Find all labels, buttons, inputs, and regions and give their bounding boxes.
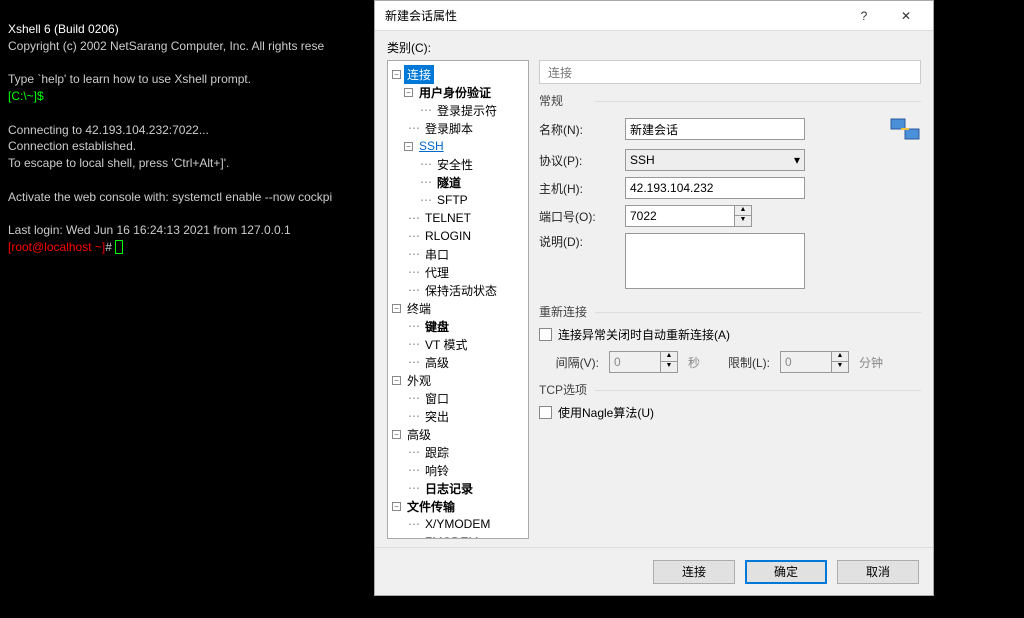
tree-connection[interactable]: 连接 [404,65,434,84]
port-stepper[interactable]: ▲▼ [625,205,752,227]
tree-keyboard[interactable]: 键盘 [422,317,452,336]
terminal-activate: Activate the web console with: systemctl… [8,190,332,204]
terminal-cursor[interactable] [115,240,123,254]
tree-login-script[interactable]: 登录脚本 [422,119,476,138]
tree-sftp[interactable]: SFTP [434,192,471,208]
tree-advanced[interactable]: 高级 [404,425,434,444]
terminal-lastlogin: Last login: Wed Jun 16 16:24:13 2021 fro… [8,223,291,237]
tree-bell[interactable]: 响铃 [422,461,452,480]
nagle-label: 使用Nagle算法(U) [558,404,654,421]
collapse-icon[interactable]: − [404,88,413,97]
auto-reconnect-label: 连接异常关闭时自动重新连接(A) [558,326,730,343]
terminal-copyright: Copyright (c) 2002 NetSarang Computer, I… [8,39,324,53]
port-label: 端口号(O): [539,208,617,225]
tree-filetransfer[interactable]: 文件传输 [404,497,458,516]
group-tcp: TCP选项 [539,381,921,398]
auto-reconnect-checkbox[interactable] [539,328,552,341]
tree-rlogin[interactable]: RLOGIN [422,228,474,244]
tree-keepalive[interactable]: 保持活动状态 [422,281,500,300]
spin-down-icon[interactable]: ▼ [735,216,751,226]
protocol-select[interactable]: SSH▾ [625,149,805,171]
tree-xymodem[interactable]: X/YMODEM [422,516,493,532]
collapse-icon[interactable]: − [392,304,401,313]
spin-down-icon: ▼ [832,362,848,372]
connect-button[interactable]: 连接 [653,560,735,584]
spin-up-icon: ▲ [661,352,677,362]
tree-serial[interactable]: 串口 [422,245,452,264]
limit-stepper: ▲▼ [780,351,849,373]
collapse-icon[interactable]: − [392,376,401,385]
tree-security[interactable]: 安全性 [434,155,476,174]
name-input[interactable] [625,118,805,140]
limit-label: 限制(L): [710,354,770,371]
tree-ssh[interactable]: SSH [416,138,447,154]
tree-terminal[interactable]: 终端 [404,299,434,318]
pane-heading: 连接 [539,60,921,84]
terminal-title: Xshell 6 (Build 0206) [8,22,119,36]
terminal-escape: To escape to local shell, press 'Ctrl+Al… [8,156,229,170]
description-textarea[interactable] [625,233,805,289]
spin-up-icon[interactable]: ▲ [735,206,751,216]
terminal-prompt-user: [root@localhost ~] [8,240,105,254]
settings-pane: 连接 常规 名称(N): 协议(P): SSH▾ 主机(H): [539,60,921,539]
connection-icon [889,115,921,143]
terminal-help: Type `help' to learn how to use Xshell p… [8,72,251,86]
ok-button[interactable]: 确定 [745,560,827,584]
minutes-label: 分钟 [859,354,883,371]
chevron-down-icon: ▾ [794,153,800,167]
protocol-label: 协议(P): [539,152,617,169]
nagle-checkbox[interactable] [539,406,552,419]
spin-up-icon: ▲ [832,352,848,362]
cancel-button[interactable]: 取消 [837,560,919,584]
port-input[interactable] [625,205,735,227]
limit-input [780,351,832,373]
tree-proxy[interactable]: 代理 [422,263,452,282]
host-label: 主机(H): [539,180,617,197]
tree-tunnel[interactable]: 隧道 [434,173,464,192]
tree-terminal-adv[interactable]: 高级 [422,353,452,372]
tree-telnet[interactable]: TELNET [422,210,474,226]
tree-vt[interactable]: VT 模式 [422,335,470,354]
session-properties-dialog: 新建会话属性 ? ✕ 类别(C): −连接 −用户身份验证 ⋯登录提示符 ⋯登录… [374,0,934,596]
dialog-titlebar[interactable]: 新建会话属性 ? ✕ [375,1,933,31]
tree-log[interactable]: 日志记录 [422,479,476,498]
tree-appearance[interactable]: 外观 [404,371,434,390]
collapse-icon[interactable]: − [404,142,413,151]
group-general: 常规 [539,92,921,109]
tree-login-prompt[interactable]: 登录提示符 [434,101,500,120]
terminal-established: Connection established. [8,139,136,153]
tree-highlight[interactable]: 突出 [422,407,452,426]
group-reconnect: 重新连接 [539,303,921,320]
name-label: 名称(N): [539,121,617,138]
category-tree[interactable]: −连接 −用户身份验证 ⋯登录提示符 ⋯登录脚本 −SSH ⋯安全性 ⋯隧道 ⋯… [387,60,529,539]
dialog-footer: 连接 确定 取消 [375,547,933,595]
collapse-icon[interactable]: − [392,70,401,79]
interval-stepper: ▲▼ [609,351,678,373]
interval-input [609,351,661,373]
terminal-prompt[interactable]: [C:\~]$ [8,89,44,103]
close-icon: ✕ [901,9,911,23]
help-button[interactable]: ? [843,2,885,30]
close-button[interactable]: ✕ [885,2,927,30]
terminal-connecting: Connecting to 42.193.104.232:7022... [8,123,209,137]
category-label: 类别(C): [387,39,921,56]
collapse-icon[interactable]: − [392,430,401,439]
spin-down-icon: ▼ [661,362,677,372]
tree-auth[interactable]: 用户身份验证 [416,83,494,102]
host-input[interactable] [625,177,805,199]
tree-window[interactable]: 窗口 [422,389,452,408]
collapse-icon[interactable]: − [392,502,401,511]
dialog-title: 新建会话属性 [385,7,843,24]
tree-trace[interactable]: 跟踪 [422,443,452,462]
interval-label: 间隔(V): [539,354,599,371]
desc-label: 说明(D): [539,233,617,250]
tree-zmodem[interactable]: ZMODEM [422,534,481,539]
seconds-label: 秒 [688,354,700,371]
